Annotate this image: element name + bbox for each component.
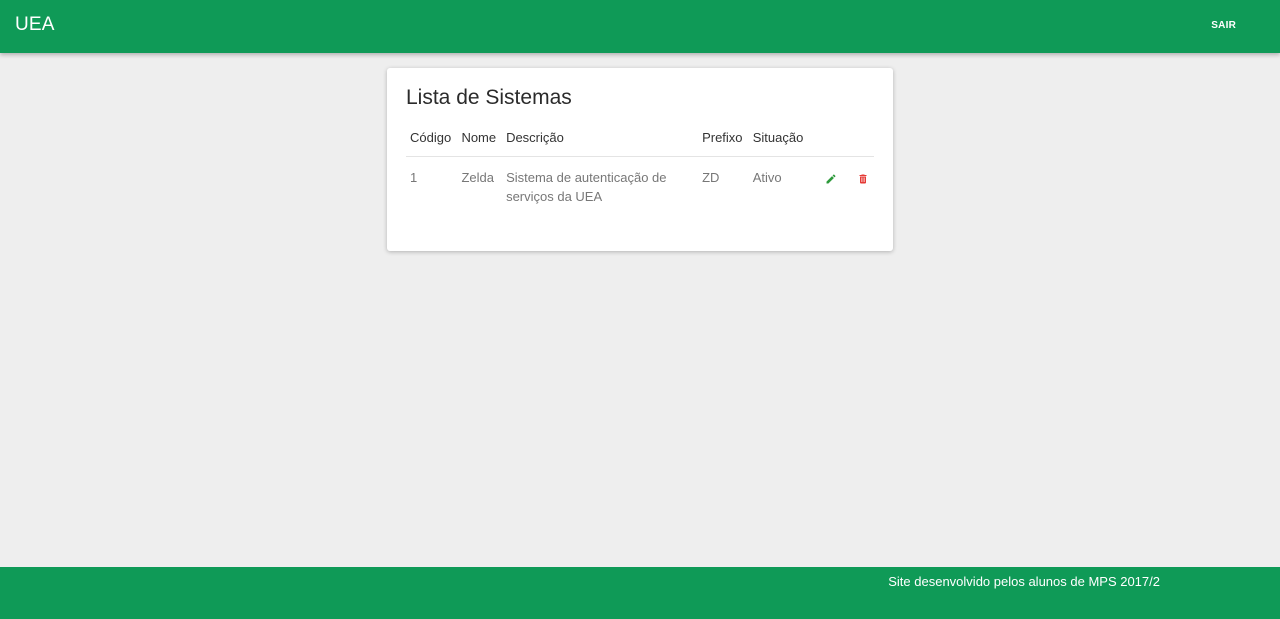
table-header: Código Nome Descrição Prefixo Situação: [406, 126, 874, 157]
cell-situacao: Ativo: [752, 170, 782, 185]
table-row: 1 Zelda Sistema de autenticação de servi…: [406, 157, 874, 207]
cell-nome: Zelda: [461, 170, 494, 185]
trash-icon[interactable]: [856, 172, 870, 186]
column-header-prefixo: Prefixo: [698, 126, 749, 157]
column-header-nome: Nome: [457, 126, 503, 157]
footer: Site desenvolvido pelos alunos de MPS 20…: [0, 567, 1280, 619]
brand-logo-text[interactable]: UEA: [15, 14, 55, 36]
column-header-situacao: Situação: [748, 126, 810, 157]
logout-button[interactable]: SAIR: [1211, 20, 1236, 31]
systems-card: Lista de Sistemas Código Nome Descrição …: [387, 68, 893, 251]
cell-codigo: 1: [410, 170, 418, 185]
cell-actions: [810, 157, 874, 207]
top-navbar: UEA SAIR: [0, 0, 1280, 53]
page-title: Lista de Sistemas: [406, 86, 572, 109]
row-actions: [814, 168, 870, 186]
column-header-codigo: Código: [406, 126, 458, 157]
pencil-icon[interactable]: [824, 172, 838, 186]
table-body: 1 Zelda Sistema de autenticação de servi…: [406, 157, 874, 207]
cell-descricao: Sistema de autenticação de serviços da U…: [506, 170, 667, 204]
table-header-row: Código Nome Descrição Prefixo Situação: [406, 126, 874, 157]
column-header-actions: [810, 126, 874, 157]
column-header-descricao: Descrição: [502, 126, 699, 157]
systems-table: Código Nome Descrição Prefixo Situação 1…: [406, 126, 874, 206]
footer-credits: Site desenvolvido pelos alunos de MPS 20…: [888, 574, 1160, 589]
cell-prefixo: ZD: [702, 170, 720, 185]
